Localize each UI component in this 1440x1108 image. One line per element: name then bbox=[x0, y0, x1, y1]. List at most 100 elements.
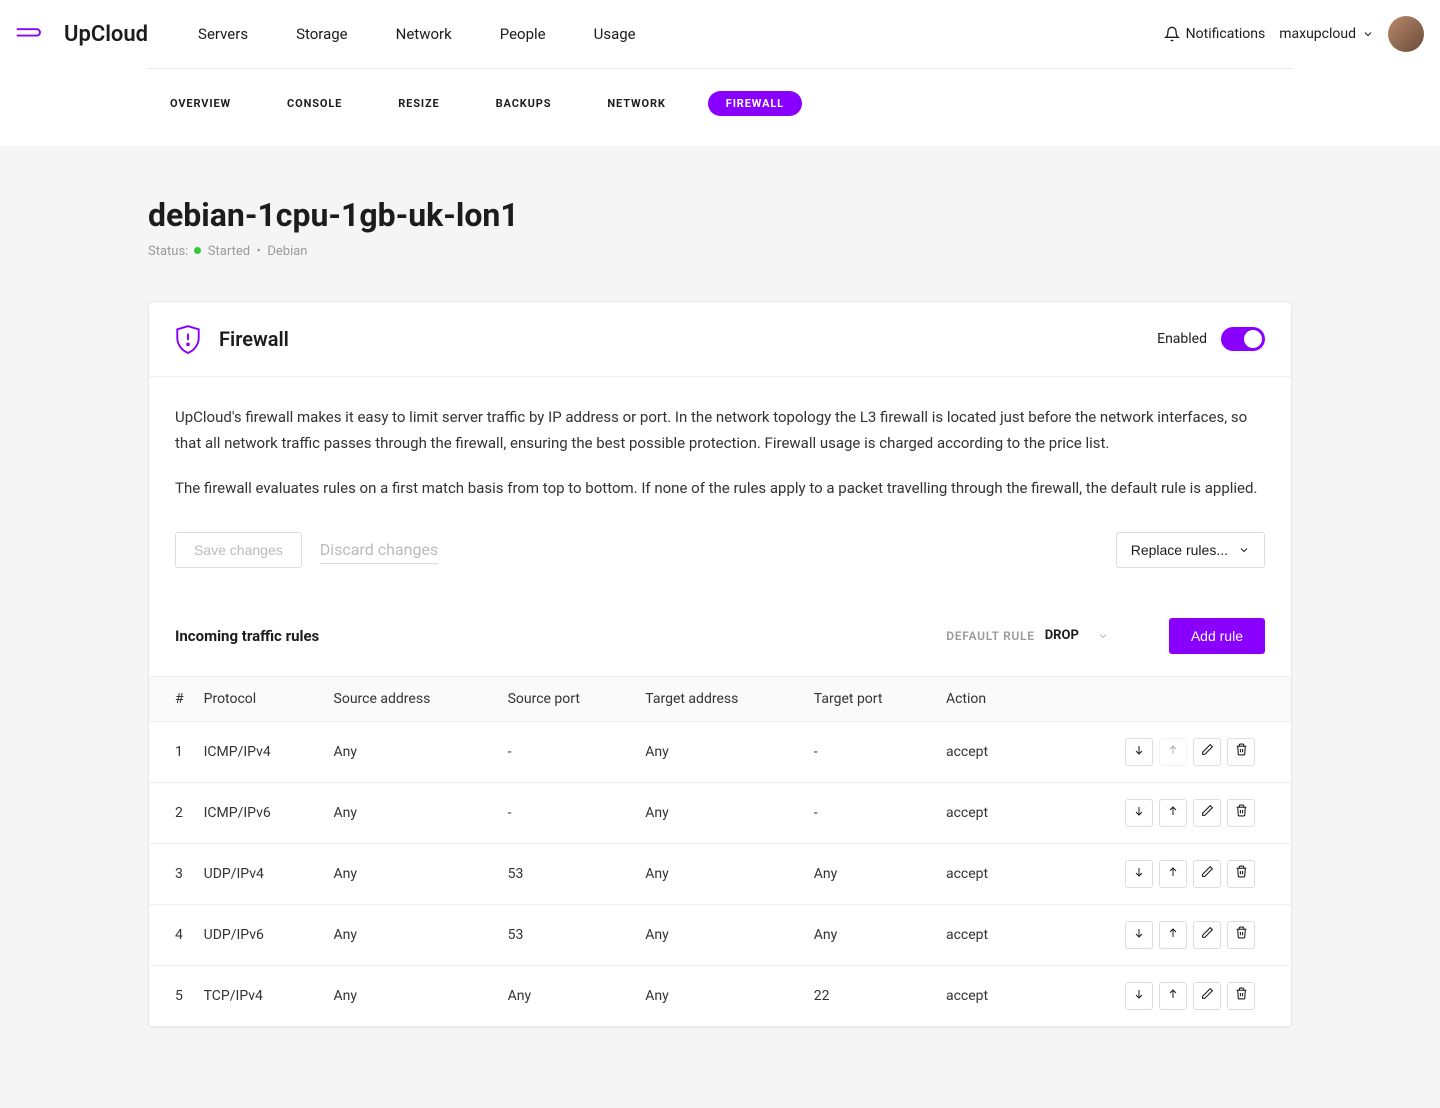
cell-index: 4 bbox=[149, 904, 194, 965]
move-down-button[interactable] bbox=[1125, 799, 1153, 827]
trash-icon bbox=[1235, 926, 1248, 943]
cell-index: 5 bbox=[149, 965, 194, 1026]
delete-rule-button[interactable] bbox=[1227, 738, 1255, 766]
move-down-button[interactable] bbox=[1125, 982, 1153, 1010]
subnav-wrap: OVERVIEW CONSOLE RESIZE BACKUPS NETWORK … bbox=[148, 68, 1292, 146]
incoming-title: Incoming traffic rules bbox=[175, 627, 319, 645]
discard-changes-link[interactable]: Discard changes bbox=[320, 536, 438, 564]
bell-icon bbox=[1164, 26, 1180, 42]
firewall-panel: Firewall Enabled UpCloud's firewall make… bbox=[148, 301, 1292, 1028]
move-up-button[interactable] bbox=[1159, 921, 1187, 949]
enabled-label: Enabled bbox=[1157, 331, 1207, 347]
tab-network[interactable]: NETWORK bbox=[593, 89, 679, 118]
delete-rule-button[interactable] bbox=[1227, 921, 1255, 949]
cell-target-port: - bbox=[804, 721, 936, 782]
delete-rule-button[interactable] bbox=[1227, 799, 1255, 827]
brand-logo[interactable]: UpCloud bbox=[16, 22, 148, 47]
cell-protocol: UDP/IPv4 bbox=[194, 843, 324, 904]
incoming-section-head: Incoming traffic rules DEFAULT RULE DROP… bbox=[149, 596, 1291, 676]
col-target-port: Target port bbox=[804, 676, 936, 721]
edit-rule-button[interactable] bbox=[1193, 738, 1221, 766]
pencil-icon bbox=[1201, 865, 1214, 882]
default-rule-select[interactable]: DROP bbox=[1045, 628, 1109, 643]
firewall-enabled-toggle[interactable] bbox=[1221, 327, 1265, 351]
arrow-down-icon bbox=[1133, 866, 1145, 882]
nav-usage[interactable]: Usage bbox=[584, 17, 646, 51]
content-area: debian-1cpu-1gb-uk-lon1 Status: Started … bbox=[0, 146, 1440, 1108]
pencil-icon bbox=[1201, 743, 1214, 760]
row-actions bbox=[1039, 860, 1281, 888]
cell-action: accept bbox=[936, 843, 1029, 904]
move-up-button[interactable] bbox=[1159, 799, 1187, 827]
row-actions bbox=[1039, 799, 1281, 827]
server-os: Debian bbox=[267, 244, 307, 259]
move-down-button[interactable] bbox=[1125, 860, 1153, 888]
table-row: 4UDP/IPv6Any53AnyAnyaccept bbox=[149, 904, 1291, 965]
cell-protocol: TCP/IPv4 bbox=[194, 965, 324, 1026]
delete-rule-button[interactable] bbox=[1227, 982, 1255, 1010]
table-row: 2ICMP/IPv6Any-Any-accept bbox=[149, 782, 1291, 843]
row-actions bbox=[1039, 921, 1281, 949]
shield-icon bbox=[175, 324, 201, 354]
tab-backups[interactable]: BACKUPS bbox=[482, 89, 566, 118]
avatar[interactable] bbox=[1388, 16, 1424, 52]
trash-icon bbox=[1235, 865, 1248, 882]
arrow-down-icon bbox=[1133, 927, 1145, 943]
cell-source-address: Any bbox=[324, 965, 498, 1026]
cell-action: accept bbox=[936, 965, 1029, 1026]
add-rule-button[interactable]: Add rule bbox=[1169, 618, 1265, 654]
replace-rules-label: Replace rules... bbox=[1131, 542, 1228, 558]
move-up-button[interactable] bbox=[1159, 860, 1187, 888]
main-nav: Servers Storage Network People Usage bbox=[188, 17, 646, 51]
cell-protocol: ICMP/IPv4 bbox=[194, 721, 324, 782]
cell-source-port: 53 bbox=[498, 904, 636, 965]
move-up-button[interactable] bbox=[1159, 982, 1187, 1010]
cell-target-address: Any bbox=[635, 843, 804, 904]
tab-firewall[interactable]: FIREWALL bbox=[708, 91, 802, 116]
arrow-down-icon bbox=[1133, 988, 1145, 1004]
cell-protocol: ICMP/IPv6 bbox=[194, 782, 324, 843]
trash-icon bbox=[1235, 987, 1248, 1004]
edit-rule-button[interactable] bbox=[1193, 982, 1221, 1010]
chevron-down-icon bbox=[1238, 544, 1250, 556]
move-down-button[interactable] bbox=[1125, 921, 1153, 949]
notifications-button[interactable]: Notifications bbox=[1164, 26, 1266, 42]
cell-target-address: Any bbox=[635, 904, 804, 965]
default-rule-value: DROP bbox=[1045, 628, 1079, 643]
save-changes-button[interactable]: Save changes bbox=[175, 532, 302, 568]
firewall-description-1: UpCloud's firewall makes it easy to limi… bbox=[175, 405, 1265, 456]
status-label: Status: bbox=[148, 244, 188, 259]
cell-source-address: Any bbox=[324, 843, 498, 904]
col-action: Action bbox=[936, 676, 1029, 721]
tab-resize[interactable]: RESIZE bbox=[384, 89, 453, 118]
edit-rule-button[interactable] bbox=[1193, 921, 1221, 949]
tab-console[interactable]: CONSOLE bbox=[273, 89, 356, 118]
nav-servers[interactable]: Servers bbox=[188, 17, 258, 51]
cell-action: accept bbox=[936, 904, 1029, 965]
edit-rule-button[interactable] bbox=[1193, 860, 1221, 888]
cell-source-port: 53 bbox=[498, 843, 636, 904]
cell-target-port: Any bbox=[804, 843, 936, 904]
edit-rule-button[interactable] bbox=[1193, 799, 1221, 827]
col-source-address: Source address bbox=[324, 676, 498, 721]
delete-rule-button[interactable] bbox=[1227, 860, 1255, 888]
server-subnav: OVERVIEW CONSOLE RESIZE BACKUPS NETWORK … bbox=[148, 69, 1292, 146]
col-target-address: Target address bbox=[635, 676, 804, 721]
table-row: 3UDP/IPv4Any53AnyAnyaccept bbox=[149, 843, 1291, 904]
cell-action: accept bbox=[936, 721, 1029, 782]
pencil-icon bbox=[1201, 926, 1214, 943]
nav-storage[interactable]: Storage bbox=[286, 17, 358, 51]
chevron-down-icon bbox=[1362, 28, 1374, 40]
nav-network[interactable]: Network bbox=[386, 17, 462, 51]
nav-people[interactable]: People bbox=[490, 17, 556, 51]
arrow-up-icon bbox=[1167, 744, 1179, 760]
replace-rules-button[interactable]: Replace rules... bbox=[1116, 532, 1265, 568]
move-down-button[interactable] bbox=[1125, 738, 1153, 766]
user-menu[interactable]: maxupcloud bbox=[1279, 26, 1374, 42]
cell-target-address: Any bbox=[635, 782, 804, 843]
tab-overview[interactable]: OVERVIEW bbox=[156, 89, 245, 118]
table-row: 5TCP/IPv4AnyAnyAny22accept bbox=[149, 965, 1291, 1026]
row-actions bbox=[1039, 982, 1281, 1010]
server-meta: Status: Started • Debian bbox=[148, 244, 1292, 259]
username-label: maxupcloud bbox=[1279, 26, 1356, 42]
